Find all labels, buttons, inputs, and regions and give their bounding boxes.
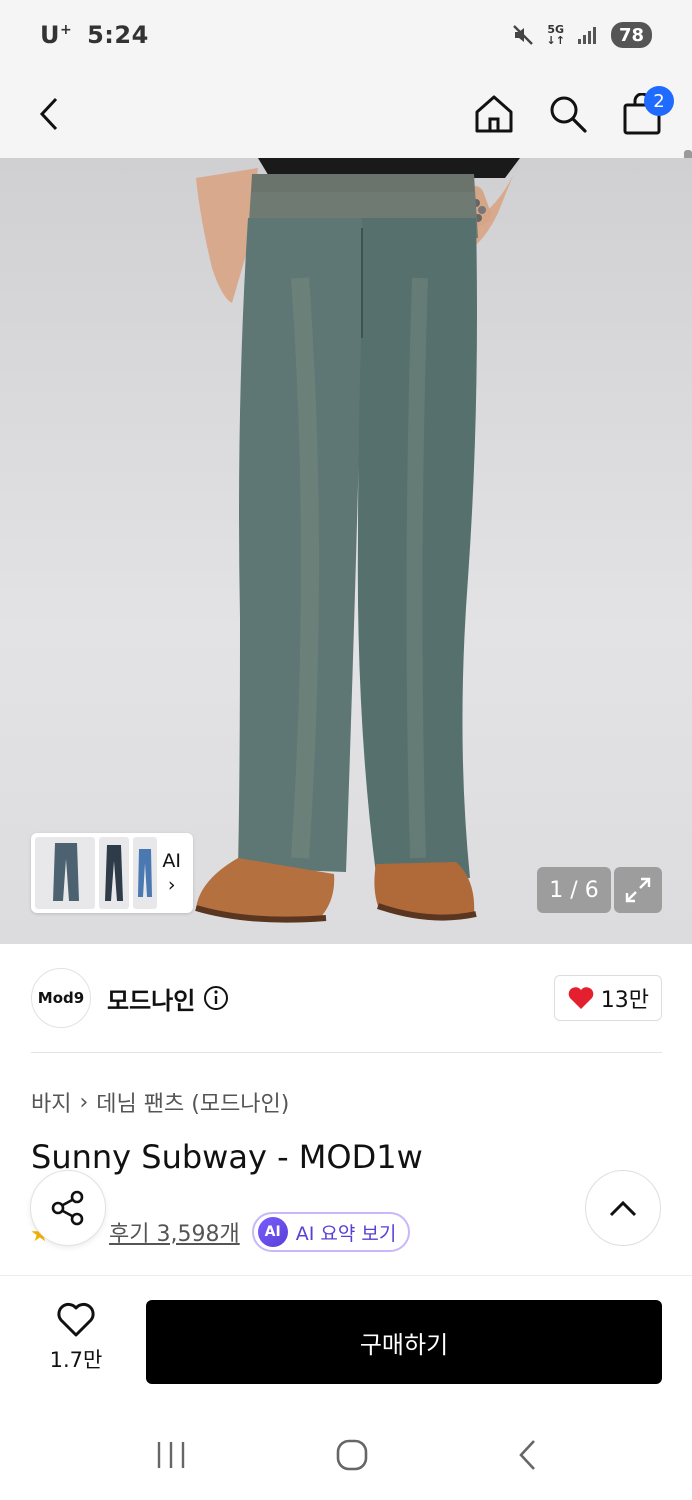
carrier-time: U+ 5:24: [40, 21, 149, 49]
breadcrumb-category[interactable]: 바지: [31, 1086, 71, 1118]
wishlist-count: 1.7만: [49, 1348, 103, 1372]
mute-icon: [512, 25, 533, 45]
brand-logo[interactable]: Mod9: [31, 968, 91, 1028]
ai-summary-label: AI 요약 보기: [295, 1222, 397, 1245]
home-icon: [475, 95, 513, 133]
home-button[interactable]: [472, 92, 516, 136]
thumbnail-jeans-2[interactable]: [99, 837, 129, 909]
thumbnail-jeans-3[interactable]: [133, 837, 157, 909]
status-icons: 5G ↓↑ 78: [511, 22, 652, 48]
thumbnail-jeans-icon: [53, 843, 79, 901]
ai-badge: AI: [257, 1217, 288, 1247]
breadcrumb-separator: ›: [79, 1089, 89, 1115]
back-system-icon[interactable]: [516, 1438, 538, 1472]
cart-count-badge: 2: [644, 86, 674, 116]
thumbnail-jeans-icon: [105, 845, 123, 901]
back-button[interactable]: [28, 92, 72, 136]
image-counter: 1 / 6: [537, 867, 611, 913]
search-icon: [550, 96, 587, 133]
ai-summary-button[interactable]: AI AI 요약 보기: [251, 1212, 411, 1252]
brand-like-count: 13만: [600, 988, 649, 1013]
carrier-label: U: [40, 21, 60, 49]
brand-row: Mod9 모드나인 13만: [31, 960, 662, 1036]
ai-chip-arrow: ›: [167, 874, 176, 896]
breadcrumb-subcategory[interactable]: 데님 팬츠 (모드나인): [96, 1086, 289, 1118]
search-button[interactable]: [546, 92, 590, 136]
wishlist-button[interactable]: 1.7만: [36, 1302, 116, 1374]
product-detail-screen: U+ 5:24 5G ↓↑ 78 2 AI › 1 / 6 Mod9 모드나인 …: [0, 0, 692, 1500]
carrier-sup: +: [60, 22, 73, 38]
product-image-gallery[interactable]: AI › 1 / 6: [0, 158, 692, 944]
heart-filled-icon: [568, 987, 594, 1009]
buy-button[interactable]: 구매하기: [146, 1300, 662, 1384]
signal-icon: [577, 27, 596, 44]
info-icon[interactable]: [203, 985, 229, 1011]
battery-badge: 78: [610, 22, 652, 48]
cart-button[interactable]: 2: [620, 86, 674, 136]
bottom-bar-divider: [0, 1275, 692, 1276]
brand-like-button[interactable]: 13만: [553, 975, 662, 1021]
product-photo-jeans: [195, 158, 520, 923]
recent-apps-icon[interactable]: [154, 1440, 188, 1470]
review-count-link[interactable]: 후기 3,598개: [109, 1216, 240, 1248]
thumbnail-jeans-icon: [138, 849, 152, 897]
heart-outline-icon: [57, 1302, 95, 1337]
clock: 5:24: [87, 21, 149, 49]
ai-similar-thumbnails[interactable]: AI ›: [31, 833, 193, 913]
section-divider: [31, 1052, 662, 1053]
top-navigation: 2: [0, 70, 692, 210]
brand-name[interactable]: 모드나인: [107, 981, 195, 1016]
nav-actions: 2: [472, 86, 674, 136]
system-navigation-bar: [0, 1410, 692, 1500]
network-arrows: ↓↑: [546, 34, 565, 47]
share-icon: [51, 1190, 84, 1226]
chevron-up-icon: [609, 1200, 637, 1217]
network-indicator: 5G ↓↑: [547, 24, 565, 46]
thumbnail-jeans-1[interactable]: [35, 837, 95, 909]
status-bar: U+ 5:24 5G ↓↑ 78: [0, 0, 692, 70]
scroll-top-button[interactable]: [585, 1170, 661, 1246]
ai-chip-label: AI: [162, 850, 181, 872]
home-system-icon[interactable]: [335, 1438, 369, 1472]
expand-icon: [625, 877, 651, 903]
fullscreen-button[interactable]: [614, 867, 662, 913]
breadcrumb: 바지 › 데님 팬츠 (모드나인): [31, 1086, 289, 1118]
ai-recommend-chip[interactable]: AI ›: [162, 850, 189, 896]
product-title: Sunny Subway - MOD1w: [31, 1138, 423, 1176]
share-button[interactable]: [30, 1170, 106, 1246]
back-arrow-icon: [39, 97, 58, 131]
